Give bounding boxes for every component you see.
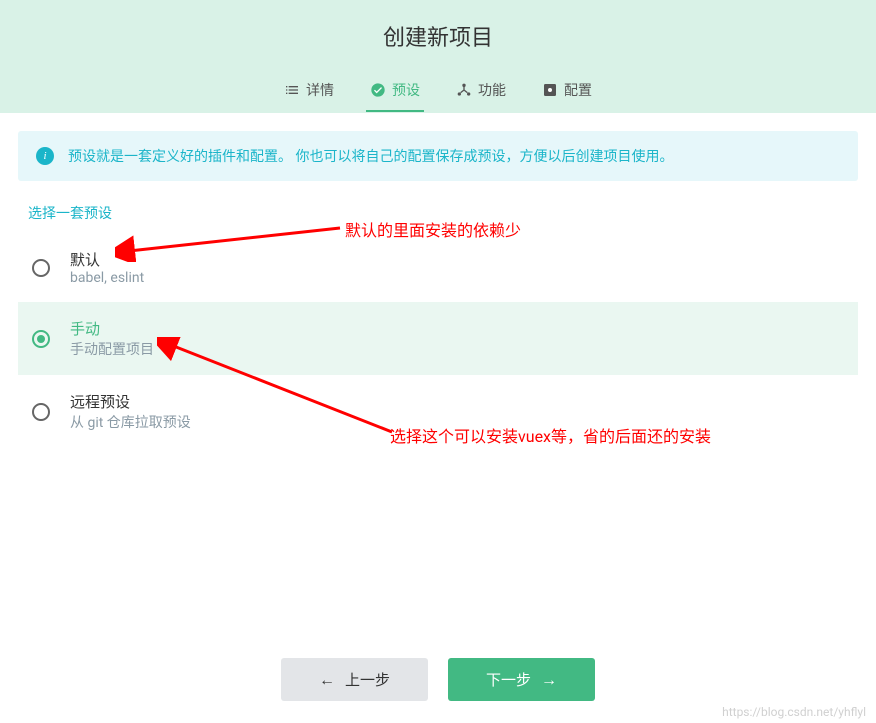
prev-button-label: 上一步 <box>345 669 390 690</box>
preset-title: 手动 <box>70 318 154 339</box>
prev-button[interactable]: ← 上一步 <box>281 658 428 701</box>
preset-title: 默认 <box>70 249 144 270</box>
header: 创建新项目 详情 预设 功能 配置 <box>0 0 876 113</box>
settings-box-icon <box>542 82 558 98</box>
radio-icon <box>32 330 50 348</box>
next-button[interactable]: 下一步 → <box>448 658 595 701</box>
arrow-right-icon: → <box>541 670 557 690</box>
preset-item-manual[interactable]: 手动 手动配置项目 <box>18 302 858 375</box>
info-icon: i <box>36 147 54 165</box>
preset-texts: 默认 babel, eslint <box>70 249 144 286</box>
preset-item-default[interactable]: 默认 babel, eslint <box>18 233 858 302</box>
preset-texts: 手动 手动配置项目 <box>70 318 154 359</box>
preset-title: 远程预设 <box>70 391 191 412</box>
list-icon <box>284 82 300 98</box>
preset-item-remote[interactable]: 远程预设 从 git 仓库拉取预设 <box>18 375 858 448</box>
tab-label: 预设 <box>392 80 420 100</box>
tab-config[interactable]: 配置 <box>538 70 596 112</box>
radio-icon <box>32 259 50 277</box>
preset-list: 默认 babel, eslint 手动 手动配置项目 远程预设 从 git 仓库… <box>18 233 858 448</box>
preset-subtitle: 手动配置项目 <box>70 339 154 359</box>
tab-presets[interactable]: 预设 <box>366 70 424 112</box>
preset-subtitle: babel, eslint <box>70 270 144 286</box>
next-button-label: 下一步 <box>486 669 531 690</box>
info-text: 预设就是一套定义好的插件和配置。 你也可以将自己的配置保存成预设，方便以后创建项… <box>68 146 673 166</box>
footer-buttons: ← 上一步 下一步 → <box>0 658 876 701</box>
tab-label: 功能 <box>478 80 506 100</box>
section-label: 选择一套预设 <box>28 203 848 223</box>
tab-label: 详情 <box>306 80 334 100</box>
radio-icon <box>32 403 50 421</box>
tab-features[interactable]: 功能 <box>452 70 510 112</box>
preset-subtitle: 从 git 仓库拉取预设 <box>70 412 191 432</box>
tabs-bar: 详情 预设 功能 配置 <box>0 70 876 113</box>
check-circle-icon <box>370 82 386 98</box>
page-title: 创建新项目 <box>0 20 876 70</box>
preset-texts: 远程预设 从 git 仓库拉取预设 <box>70 391 191 432</box>
tab-label: 配置 <box>564 80 592 100</box>
tab-details[interactable]: 详情 <box>280 70 338 112</box>
watermark: https://blog.csdn.net/yhflyl <box>722 705 866 719</box>
info-banner: i 预设就是一套定义好的插件和配置。 你也可以将自己的配置保存成预设，方便以后创… <box>18 131 858 181</box>
hub-icon <box>456 82 472 98</box>
arrow-left-icon: ← <box>319 670 335 690</box>
